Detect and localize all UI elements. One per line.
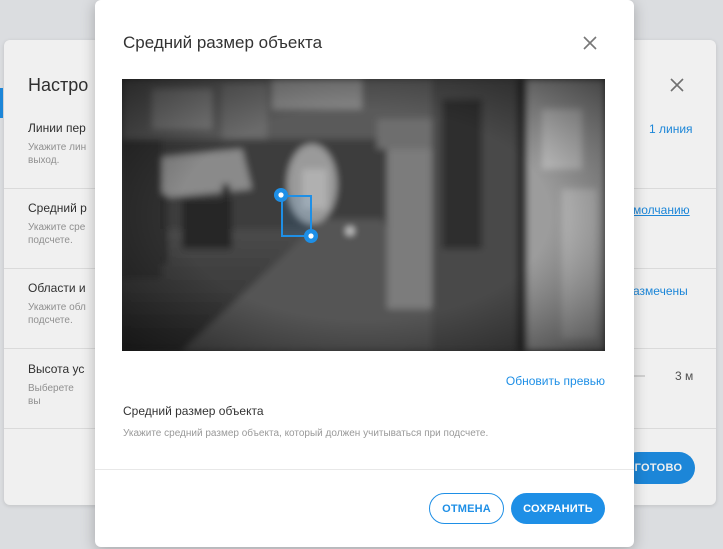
field-description: Укажите средний размер объекта, который … <box>123 428 489 439</box>
close-icon[interactable] <box>581 34 599 52</box>
refresh-preview-link[interactable]: Обновить превью <box>506 374 605 388</box>
field-title: Средний размер объекта <box>123 404 264 418</box>
modal-footer-divider <box>95 469 634 470</box>
modal-title: Средний размер объекта <box>123 33 323 52</box>
cancel-button[interactable]: ОТМЕНА <box>429 493 504 524</box>
object-size-box[interactable] <box>281 195 312 237</box>
save-button[interactable]: СОХРАНИТЬ <box>511 493 605 524</box>
object-size-modal: Средний размер объекта Обновить превью С… <box>95 0 634 547</box>
camera-preview[interactable] <box>122 79 605 351</box>
camera-frame-image <box>122 79 605 351</box>
